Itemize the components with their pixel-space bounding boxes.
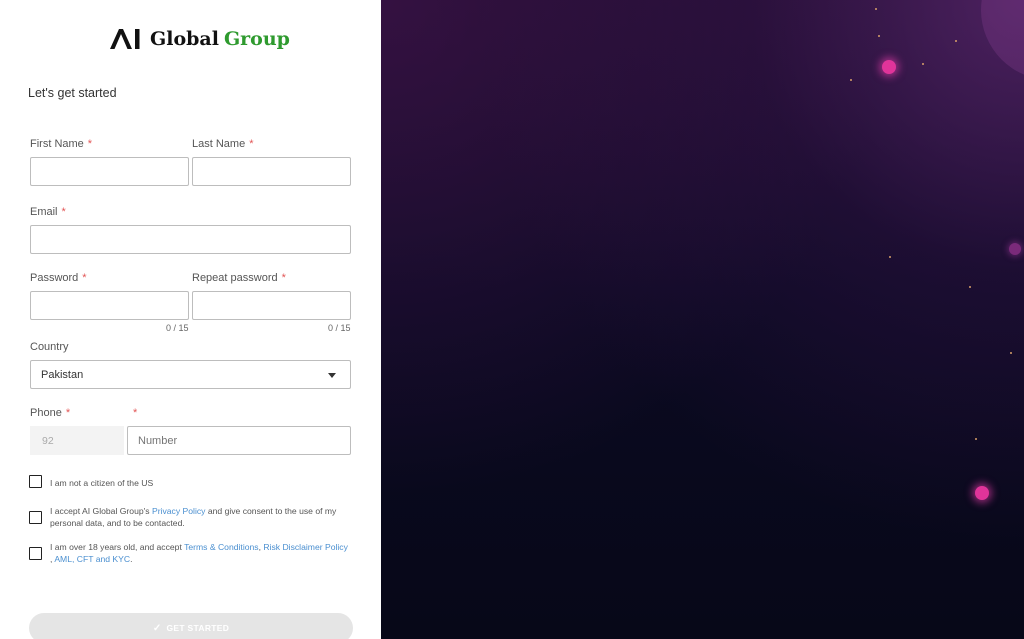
password-char-counter: 0 / 15: [166, 323, 189, 333]
repeat-password-label: Repeat password *: [192, 272, 286, 284]
us-citizen-checkbox[interactable]: [29, 475, 42, 488]
get-started-button[interactable]: ✓ GET STARTED: [29, 613, 353, 639]
brand-logo: Global Group: [108, 26, 290, 52]
brand-word-global: Global: [150, 28, 219, 50]
password-input[interactable]: [30, 291, 189, 320]
password-label: Password *: [30, 272, 87, 284]
privacy-consent-checkbox[interactable]: [29, 511, 42, 524]
country-select[interactable]: Pakistan: [30, 360, 351, 389]
get-started-label: GET STARTED: [166, 623, 230, 633]
email-input[interactable]: [30, 225, 351, 254]
email-label: Email *: [30, 206, 66, 218]
particle-spark: [878, 35, 880, 37]
glow-orb: [981, 0, 1024, 80]
repeat-password-input[interactable]: [192, 291, 351, 320]
country-select-value: Pakistan: [41, 368, 84, 381]
age-terms-text: I am over 18 years old, and accept Terms…: [50, 542, 348, 564]
ai-logo-icon: [110, 29, 140, 49]
last-name-label: Last Name *: [192, 138, 254, 150]
first-name-label: First Name *: [30, 138, 93, 150]
risk-disclaimer-link[interactable]: Risk Disclaimer Policy: [263, 542, 348, 552]
particle-spark: [889, 256, 891, 258]
aml-cft-kyc-link[interactable]: AML, CFT and KYC: [54, 554, 130, 564]
particle-spark: [955, 40, 957, 42]
particle-spark: [975, 438, 977, 440]
first-name-input[interactable]: [30, 157, 189, 186]
us-citizen-text: I am not a citizen of the US: [50, 478, 154, 488]
particle-blob: [975, 486, 989, 500]
dropdown-caret-icon: [328, 373, 336, 378]
particle-spark: [922, 63, 924, 65]
particle-spark: [850, 79, 852, 81]
privacy-consent-text: I accept AI Global Group's Privacy Polic…: [50, 506, 337, 528]
phone-number-required-mark: *: [133, 407, 138, 419]
particle-spark: [875, 8, 877, 10]
signup-panel: Global Group Let's get started First Nam…: [0, 0, 381, 639]
last-name-input[interactable]: [192, 157, 351, 186]
phone-label: Phone *: [30, 407, 71, 419]
privacy-policy-link[interactable]: Privacy Policy: [152, 506, 205, 516]
page-title: Let's get started: [28, 86, 117, 100]
particle-blob: [882, 60, 896, 74]
particle-spark: [1010, 352, 1012, 354]
terms-conditions-link[interactable]: Terms & Conditions: [184, 542, 259, 552]
particle-spark: [969, 286, 971, 288]
country-label: Country: [30, 341, 69, 353]
age-terms-checkbox[interactable]: [29, 547, 42, 560]
brand-word-group: Group: [223, 28, 290, 50]
phone-number-input[interactable]: [127, 426, 351, 455]
particle-blob: [1009, 243, 1021, 255]
repeat-password-char-counter: 0 / 15: [328, 323, 351, 333]
decorative-background: [381, 0, 1024, 639]
check-icon: ✓: [152, 622, 162, 634]
phone-country-code: 92: [30, 426, 124, 455]
